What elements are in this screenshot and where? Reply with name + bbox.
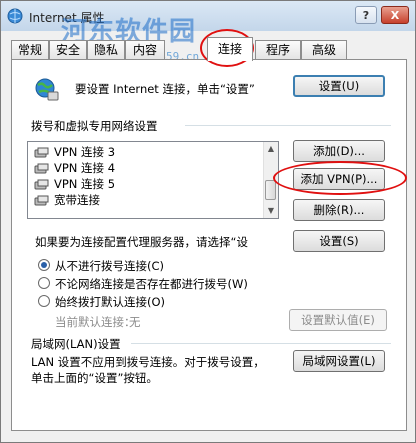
setup-button[interactable]: 设置(U) xyxy=(293,75,385,97)
setup-instruction: 要设置 Internet 连接，单击“设置” xyxy=(75,82,255,96)
tab-security[interactable]: 安全 xyxy=(49,40,87,60)
dialup-divider xyxy=(185,125,391,126)
scroll-down-icon[interactable]: ▼ xyxy=(264,204,278,218)
connection-list[interactable]: VPN 连接 3 VPN 连接 4 VPN 连接 5 宽带连接 ▲ ▼ xyxy=(27,141,279,219)
add-button[interactable]: 添加(D)... xyxy=(293,140,385,162)
tab-programs[interactable]: 程序 xyxy=(255,40,301,60)
radio-never-dial-label[interactable]: 从不进行拨号连接(C) xyxy=(55,258,164,274)
tab-privacy[interactable]: 隐私 xyxy=(87,40,125,60)
radio-dial-no-network[interactable] xyxy=(38,277,50,289)
tab-advanced[interactable]: 高级 xyxy=(301,40,347,60)
lan-divider xyxy=(131,343,391,344)
list-item[interactable]: VPN 连接 5 xyxy=(34,176,115,192)
lan-settings-button[interactable]: 局域网设置(L) xyxy=(293,350,385,372)
lan-section-title: 局域网(LAN)设置 xyxy=(31,337,121,351)
network-connection-icon xyxy=(34,163,49,174)
proxy-instruction: 如果要为连接配置代理服务器，请选择“设 xyxy=(35,235,248,249)
current-default-label: 当前默认连接： xyxy=(55,315,136,329)
globe-connection-icon xyxy=(35,78,59,101)
current-default-value: 无 xyxy=(129,315,141,329)
radio-dial-no-network-label[interactable]: 不论网络连接是否存在都进行拨号(W) xyxy=(55,276,248,292)
set-default-button[interactable]: 设置默认值(E) xyxy=(289,309,387,331)
proxy-settings-button[interactable]: 设置(S) xyxy=(293,230,385,252)
list-scrollbar[interactable]: ▲ ▼ xyxy=(263,142,278,218)
network-connection-icon xyxy=(34,179,49,190)
network-connection-icon xyxy=(34,195,49,206)
delete-button[interactable]: 删除(R)... xyxy=(293,199,385,221)
network-connection-icon xyxy=(34,147,49,158)
close-button[interactable]: X xyxy=(381,6,409,24)
scroll-thumb[interactable] xyxy=(265,180,276,200)
lan-description-line2: 单击上面的“设置”按钮。 xyxy=(31,371,158,385)
list-item[interactable]: 宽带连接 xyxy=(34,192,100,208)
tab-general[interactable]: 常规 xyxy=(11,40,49,60)
internet-globe-icon xyxy=(7,8,23,24)
tab-content[interactable]: 内容 xyxy=(125,40,165,60)
scroll-up-icon[interactable]: ▲ xyxy=(264,142,278,156)
add-vpn-button[interactable]: 添加 VPN(P)... xyxy=(293,168,385,190)
list-item[interactable]: VPN 连接 4 xyxy=(34,160,115,176)
list-item[interactable]: VPN 连接 3 xyxy=(34,144,115,160)
lan-description-line1: LAN 设置不应用到拨号连接。对于拨号设置， xyxy=(31,355,265,369)
radio-always-dial[interactable] xyxy=(38,295,50,307)
dialup-section-title: 拨号和虚拟专用网络设置 xyxy=(31,119,158,133)
radio-never-dial[interactable] xyxy=(38,259,50,271)
internet-properties-window: Internet 属性 ? X 河东软件园 www.pc0359.cn 常规 安… xyxy=(0,0,416,443)
tab-connections[interactable]: 连接 xyxy=(207,37,253,61)
radio-always-dial-label[interactable]: 始终拨打默认连接(O) xyxy=(55,294,165,310)
help-button[interactable]: ? xyxy=(355,6,377,24)
